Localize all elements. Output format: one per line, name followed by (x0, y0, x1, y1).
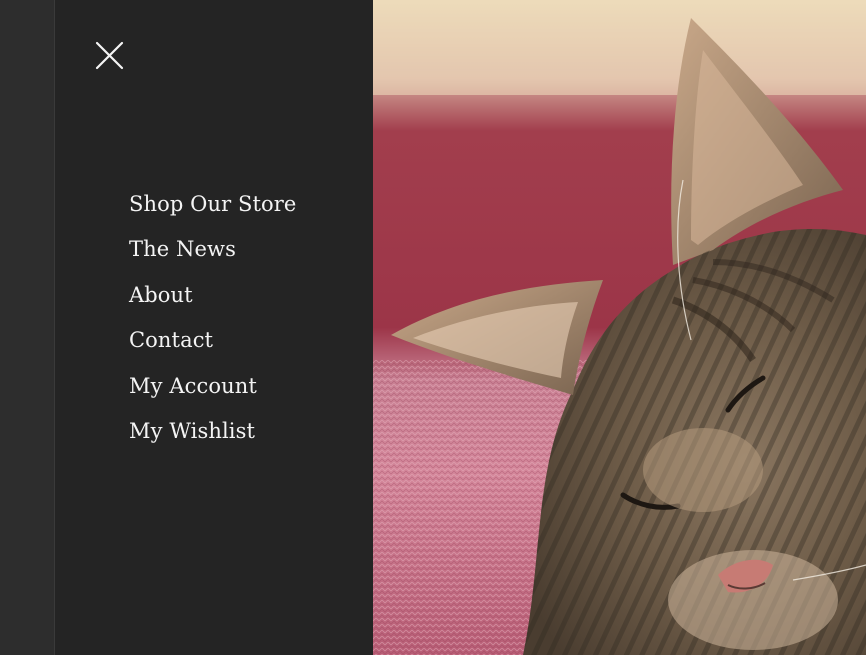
page-background-strip (0, 0, 55, 655)
hero-image-sleeping-cat (373, 0, 866, 655)
menu-link-my-wishlist[interactable]: My Wishlist (129, 419, 255, 443)
menu-link-my-account[interactable]: My Account (129, 374, 257, 398)
menu-link-contact[interactable]: Contact (129, 328, 213, 352)
menu-item-shop: Shop Our Store (129, 185, 296, 230)
menu-link-shop-our-store[interactable]: Shop Our Store (129, 192, 296, 216)
menu-item-account: My Account (129, 367, 296, 412)
page: Shop Our Store The News About Contact My… (0, 0, 866, 655)
menu-item-wishlist: My Wishlist (129, 412, 296, 457)
menu-item-about: About (129, 276, 296, 321)
menu-item-news: The News (129, 230, 296, 275)
navigation-drawer: Shop Our Store The News About Contact My… (55, 0, 373, 655)
menu-link-the-news[interactable]: The News (129, 237, 236, 261)
menu-item-contact: Contact (129, 321, 296, 366)
menu-link-about[interactable]: About (129, 283, 193, 307)
close-x-icon (95, 41, 124, 70)
close-menu-button[interactable] (95, 41, 124, 70)
sleeping-cat-illustration (373, 0, 866, 655)
main-menu: Shop Our Store The News About Contact My… (129, 185, 296, 457)
